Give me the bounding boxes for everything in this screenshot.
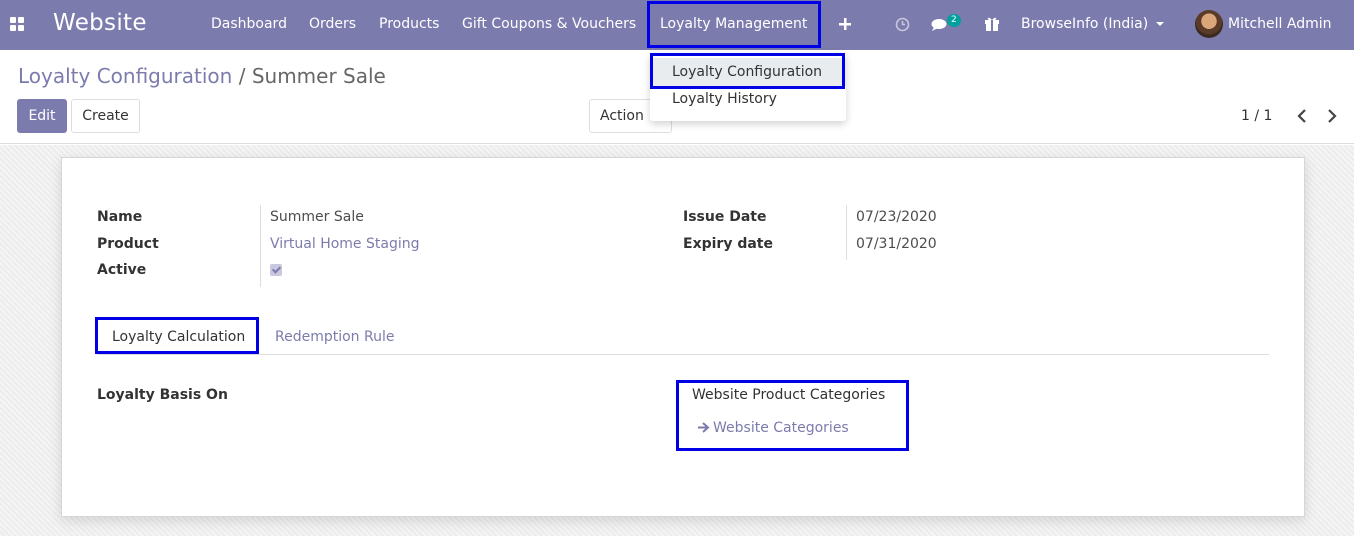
user-name[interactable]: Mitchell Admin — [1228, 16, 1332, 32]
field-value-name: Summer Sale — [270, 209, 364, 225]
gift-icon[interactable] — [985, 16, 999, 31]
breadcrumb: Loyalty Configuration / Summer Sale — [18, 64, 386, 88]
messages-count-badge: 2 — [947, 14, 961, 27]
field-label-name: Name — [97, 209, 143, 225]
chevron-down-icon — [1156, 22, 1165, 26]
field-divider — [846, 205, 847, 260]
breadcrumb-parent[interactable]: Loyalty Configuration — [18, 64, 232, 88]
breadcrumb-separator: / — [238, 64, 246, 88]
tab-divider — [97, 354, 1269, 355]
active-checkbox — [270, 264, 282, 276]
menu-products[interactable]: Products — [379, 16, 439, 32]
pager-value[interactable]: 1 / 1 — [1241, 108, 1272, 124]
field-value-product[interactable]: Virtual Home Staging — [270, 236, 419, 252]
top-navbar: Website Dashboard Orders Products Gift C… — [0, 0, 1354, 50]
chevron-right-icon[interactable] — [1327, 109, 1337, 123]
field-label-expiry-date: Expiry date — [683, 236, 773, 252]
menu-gift-coupons[interactable]: Gift Coupons & Vouchers — [462, 16, 636, 32]
dropdown-item-loyalty-history[interactable]: Loyalty History — [672, 91, 777, 107]
field-value-issue-date: 07/23/2020 — [856, 209, 937, 225]
field-value-expiry-date: 07/31/2020 — [856, 236, 937, 252]
create-button[interactable]: Create — [71, 99, 140, 133]
menu-orders[interactable]: Orders — [309, 16, 356, 32]
plus-icon[interactable] — [839, 18, 851, 30]
field-label-product: Product — [97, 236, 159, 252]
menu-dashboard[interactable]: Dashboard — [211, 16, 287, 32]
highlight-loyalty-configuration — [650, 53, 845, 89]
apps-menu-icon[interactable] — [10, 17, 24, 31]
company-switcher[interactable]: BrowseInfo (India) — [1021, 16, 1165, 32]
avatar[interactable] — [1195, 10, 1223, 38]
app-title: Website — [53, 10, 147, 36]
clock-icon[interactable] — [895, 17, 910, 32]
highlight-loyalty-menu — [647, 1, 821, 48]
field-label-issue-date: Issue Date — [683, 209, 767, 225]
tab-redemption-rule[interactable]: Redemption Rule — [275, 329, 394, 345]
chevron-left-icon[interactable] — [1297, 109, 1307, 123]
field-label-active: Active — [97, 262, 147, 278]
breadcrumb-current: Summer Sale — [251, 64, 386, 88]
company-name: BrowseInfo (India) — [1021, 16, 1149, 32]
highlight-categories — [676, 380, 909, 451]
field-divider — [260, 205, 261, 287]
edit-button[interactable]: Edit — [17, 99, 67, 133]
field-label-basis: Loyalty Basis On — [97, 387, 228, 403]
highlight-loyalty-tab — [95, 317, 259, 354]
chat-icon[interactable] — [931, 18, 947, 31]
